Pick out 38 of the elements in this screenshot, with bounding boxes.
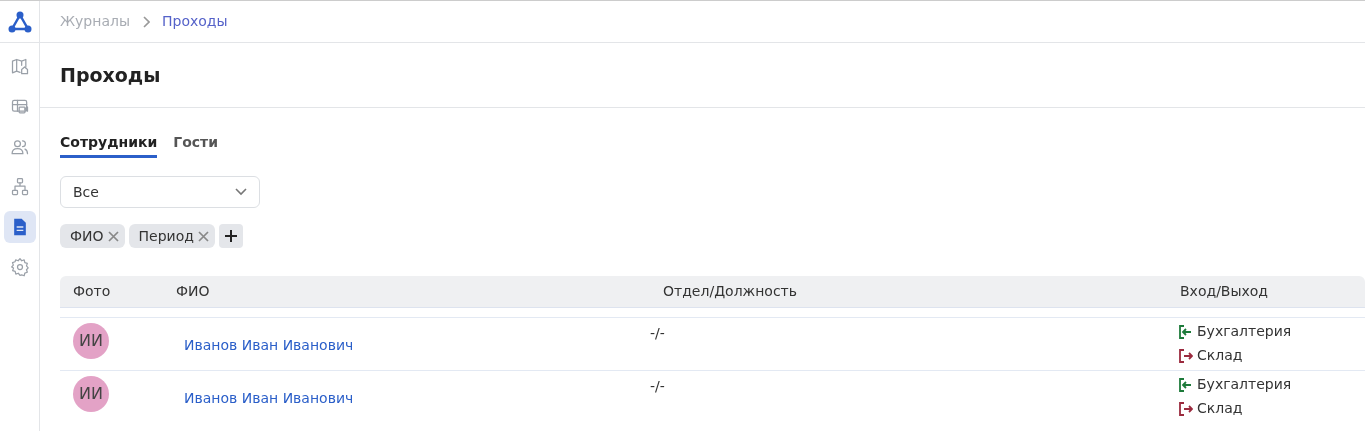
entry-icon: [1179, 377, 1193, 392]
avatar: ИИ: [73, 323, 109, 359]
chevron-right-icon: [142, 15, 150, 28]
employee-name-link[interactable]: Иванов Иван Иванович: [184, 335, 650, 356]
entry-icon: [1179, 324, 1193, 339]
tab[interactable]: Гости: [173, 132, 219, 158]
chip-label: ФИО: [70, 226, 104, 246]
avatar: ИИ: [73, 376, 109, 412]
column-header: Отдел/Должность: [662, 282, 799, 301]
add-filter-button[interactable]: [218, 224, 243, 248]
access-point-text: Склад: [1197, 399, 1243, 418]
chip-label: Период: [138, 226, 194, 246]
column-header: Вход/Выход: [1179, 282, 1270, 301]
close-icon[interactable]: [107, 230, 119, 242]
department-text: -/-: [650, 324, 666, 343]
chevron-down-icon: [235, 188, 247, 196]
select-value: Все: [73, 182, 99, 202]
access-point-text: Бухгалтерия: [1197, 375, 1292, 394]
column-header: Фото: [72, 282, 112, 301]
page-title: Проходы: [60, 63, 161, 87]
settings-icon: [9, 257, 30, 277]
exit-icon: [1179, 348, 1193, 363]
close-icon[interactable]: [197, 230, 209, 242]
map-icon: [9, 57, 30, 77]
breadcrumb-link[interactable]: Проходы: [162, 11, 228, 32]
hierarchy-icon: [9, 177, 30, 197]
document-nav-button[interactable]: [3, 211, 36, 243]
access-point-text: Бухгалтерия: [1197, 322, 1292, 341]
tab[interactable]: Сотрудники: [60, 132, 158, 158]
plus-icon: [224, 230, 237, 242]
column-header: ФИО: [175, 282, 211, 301]
employee-name-link[interactable]: Иванов Иван Иванович: [184, 388, 650, 409]
access-point-text: Склад: [1197, 346, 1243, 365]
department-text: -/-: [650, 377, 666, 396]
exit-icon: [1179, 401, 1193, 416]
filter-select[interactable]: Все: [60, 176, 260, 208]
logo-icon: [7, 10, 32, 33]
users-icon: [9, 137, 30, 157]
